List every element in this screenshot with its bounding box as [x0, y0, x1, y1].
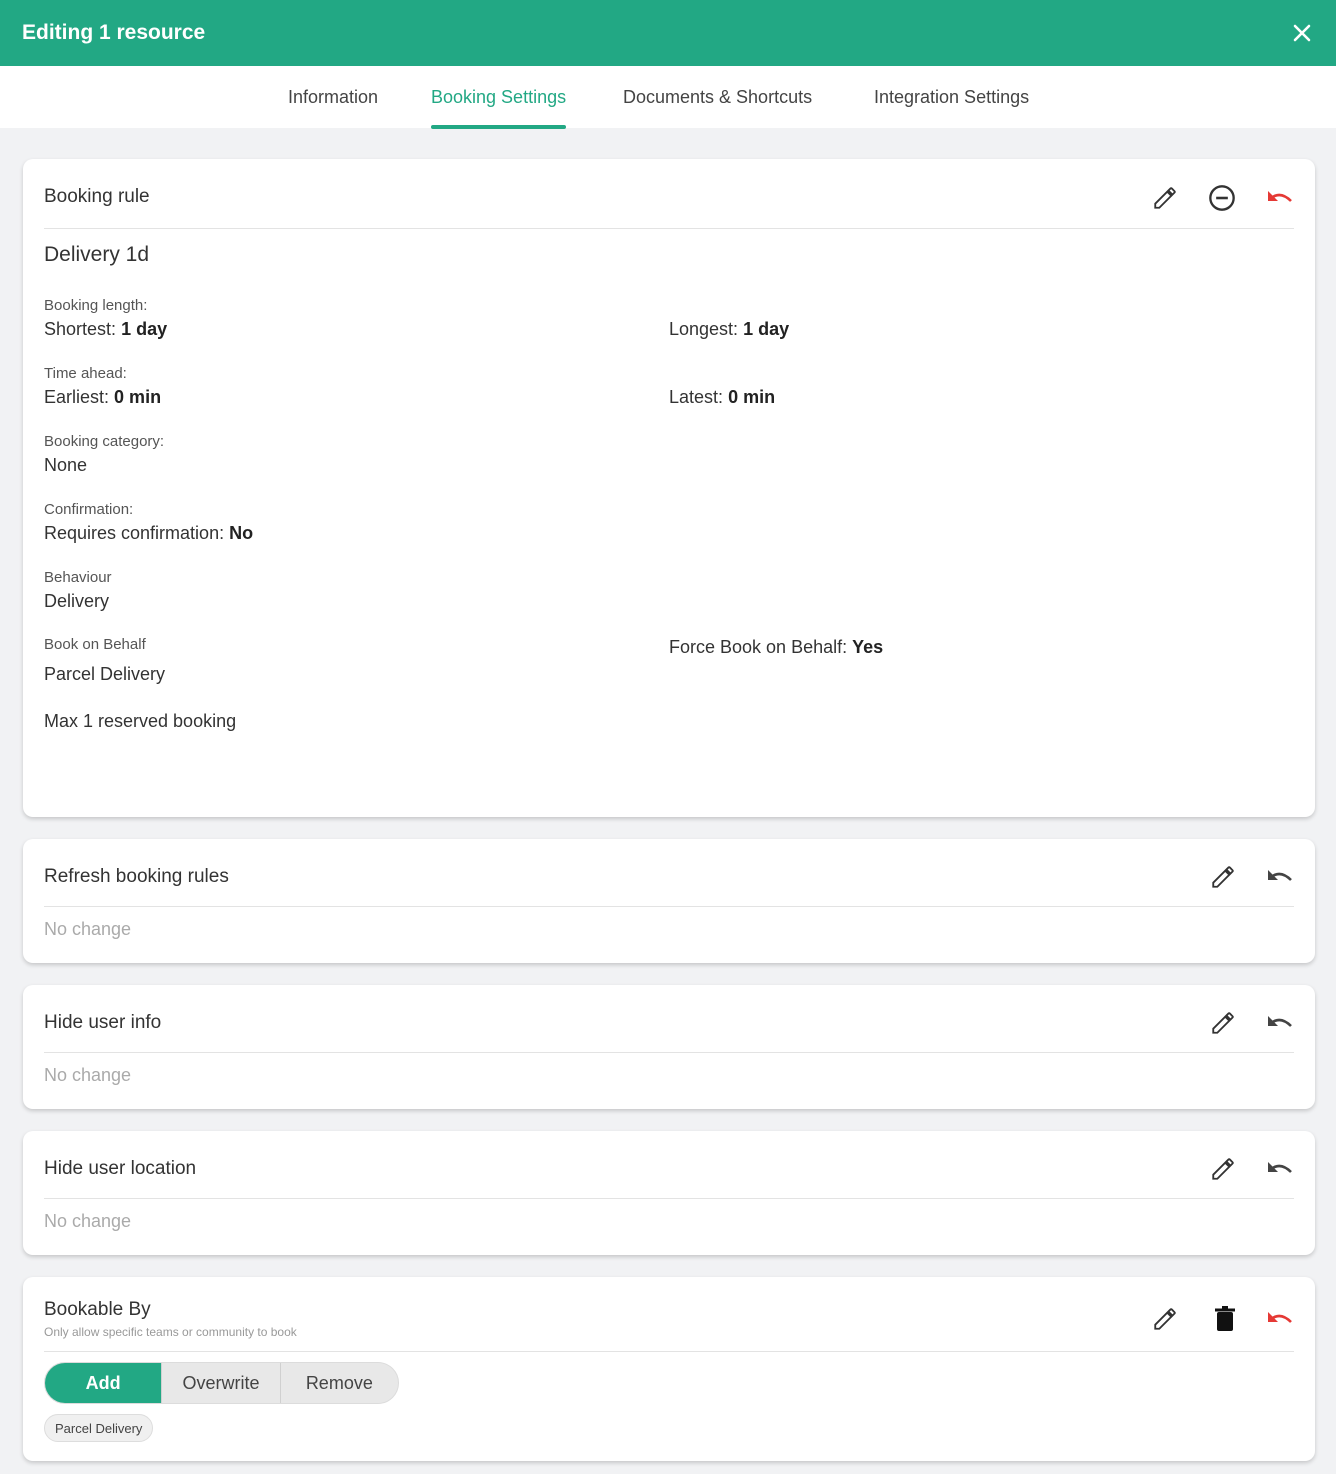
hide-user-location-card: Hide user location No change	[23, 1131, 1315, 1255]
card-header: Hide user info	[44, 985, 1294, 1053]
undo-button[interactable]	[1236, 1304, 1294, 1334]
book-on-behalf-label: Book on Behalf	[44, 636, 146, 653]
rule-name: Delivery 1d	[44, 243, 150, 266]
confirmation-label: Confirmation:	[44, 501, 134, 518]
booking-length-label: Booking length:	[44, 297, 148, 314]
overwrite-mode-button[interactable]: Overwrite	[161, 1363, 279, 1403]
close-icon	[1293, 24, 1311, 42]
requires-confirmation-value: Requires confirmation: No	[44, 523, 254, 543]
card-header: Refresh booking rules	[44, 839, 1294, 907]
tab-documents-shortcuts[interactable]: Documents & Shortcuts	[623, 66, 812, 128]
edit-button[interactable]	[1120, 1304, 1178, 1334]
booking-category-label: Booking category:	[44, 433, 165, 450]
earliest-value: Earliest: 0 min	[44, 387, 162, 407]
edit-button[interactable]	[1178, 1008, 1236, 1038]
undo-icon	[1268, 870, 1292, 881]
dialog-title: Editing 1 resource	[22, 21, 206, 44]
trash-icon	[1215, 1306, 1235, 1331]
pencil-icon	[1212, 1158, 1234, 1180]
card-title: Booking rule	[44, 186, 150, 207]
pencil-icon	[1212, 866, 1234, 888]
card-title: Hide user info	[44, 1012, 162, 1033]
status-text: No change	[44, 1211, 132, 1231]
remove-button[interactable]	[1178, 183, 1236, 213]
add-mode-button[interactable]: Add	[45, 1363, 162, 1403]
hide-user-info-card: Hide user info No change	[23, 985, 1315, 1109]
card-subtitle: Only allow specific teams or community t…	[44, 1325, 297, 1339]
status-text: No change	[44, 1065, 132, 1085]
card-title: Refresh booking rules	[44, 866, 229, 887]
undo-icon	[1268, 191, 1292, 202]
edit-button[interactable]	[1178, 862, 1236, 892]
card-header: Hide user location	[44, 1131, 1294, 1199]
tab-information[interactable]: Information	[288, 66, 378, 128]
undo-icon	[1268, 1312, 1292, 1323]
edit-button[interactable]	[1120, 183, 1178, 213]
undo-icon	[1268, 1162, 1292, 1173]
undo-icon	[1268, 1016, 1292, 1027]
time-ahead-label: Time ahead:	[44, 365, 127, 382]
card-header: Booking rule	[44, 159, 1294, 229]
undo-button[interactable]	[1236, 862, 1294, 892]
team-chip[interactable]: Parcel Delivery	[44, 1414, 154, 1442]
dialog-header: Editing 1 resource	[0, 0, 1336, 66]
tab-integration-settings[interactable]: Integration Settings	[874, 66, 1029, 128]
longest-value: Longest: 1 day	[669, 319, 790, 339]
force-book-on-behalf-value: Force Book on Behalf: Yes	[669, 637, 884, 657]
edit-button[interactable]	[1178, 1154, 1236, 1184]
undo-button[interactable]	[1236, 183, 1294, 213]
delete-button[interactable]	[1178, 1304, 1236, 1334]
max-reserved-booking: Max 1 reserved booking	[44, 711, 237, 731]
tab-bar: Information Booking Settings Documents &…	[0, 66, 1336, 129]
tab-booking-settings[interactable]: Booking Settings	[431, 66, 567, 129]
card-title: Bookable By	[44, 1299, 151, 1320]
pencil-icon	[1212, 1012, 1234, 1034]
pencil-icon	[1154, 1308, 1176, 1330]
mode-toggle-group: Add Overwrite Remove	[44, 1362, 399, 1404]
shortest-value: Shortest: 1 day	[44, 319, 168, 339]
behaviour-value: Delivery	[44, 591, 110, 611]
status-text: No change	[44, 919, 132, 939]
bookable-by-card: Bookable By Only allow specific teams or…	[23, 1277, 1315, 1461]
close-button[interactable]	[1290, 21, 1314, 45]
refresh-booking-rules-card: Refresh booking rules No change	[23, 839, 1315, 963]
undo-button[interactable]	[1236, 1008, 1294, 1038]
behaviour-label: Behaviour	[44, 569, 112, 586]
book-on-behalf-value: Parcel Delivery	[44, 664, 166, 684]
minus-circle-icon	[1209, 185, 1235, 211]
booking-rule-card: Booking rule Delivery 1d Booking length:…	[23, 159, 1315, 817]
pencil-icon	[1154, 187, 1176, 209]
booking-category-value: None	[44, 455, 88, 475]
undo-button[interactable]	[1236, 1154, 1294, 1184]
card-header: Bookable By Only allow specific teams or…	[44, 1277, 1294, 1352]
remove-mode-button[interactable]: Remove	[279, 1363, 398, 1403]
card-title: Hide user location	[44, 1158, 197, 1179]
latest-value: Latest: 0 min	[669, 387, 776, 407]
